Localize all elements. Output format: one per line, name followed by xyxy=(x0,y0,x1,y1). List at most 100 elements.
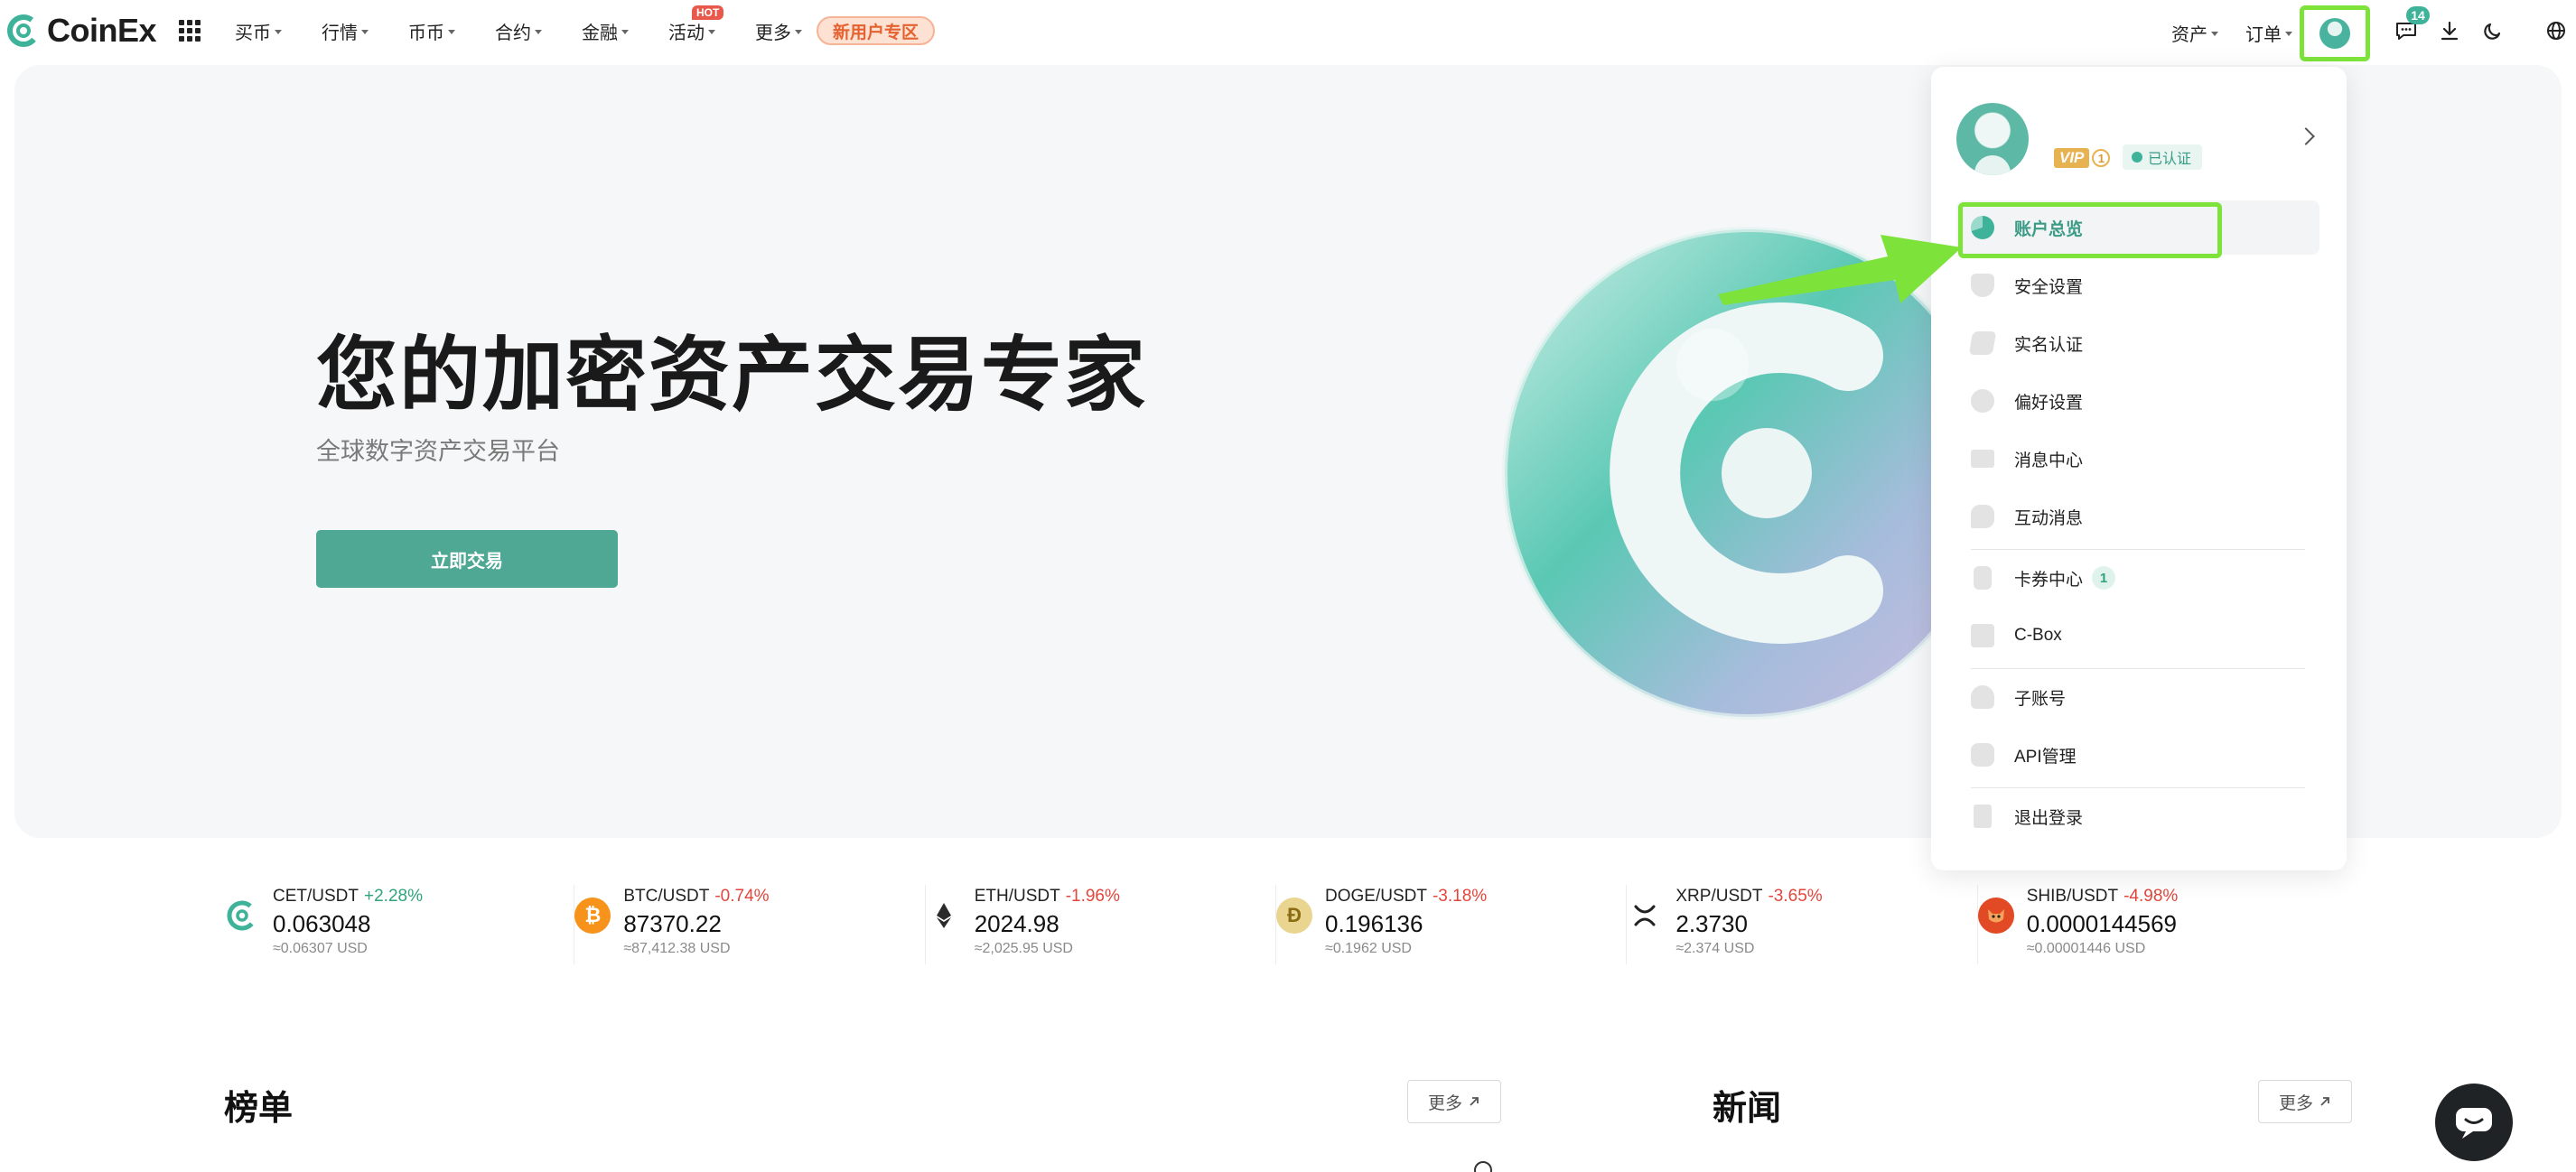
xrp-coin-icon xyxy=(1627,898,1664,934)
support-chat-button[interactable] xyxy=(2435,1084,2513,1161)
menu-item-sub-accounts[interactable]: 子账号 xyxy=(1956,670,2319,724)
ticker-usd-value: ≈2,025.95 USD xyxy=(974,941,1073,956)
ticker-pair: ETH/USDT xyxy=(974,887,1060,906)
apps-grid-icon[interactable] xyxy=(179,20,201,42)
search-icon[interactable] xyxy=(1474,1161,1492,1172)
verified-status-badge: 已认证 xyxy=(2123,144,2203,170)
user-avatar-button[interactable] xyxy=(2300,5,2370,61)
menu-item-kyc[interactable]: 实名认证 xyxy=(1956,316,2319,370)
ticker-item[interactable]: XRP/USDT -3.65% 2.3730 ≈2.374 USD xyxy=(1627,885,1978,964)
avatar[interactable] xyxy=(1956,103,2029,175)
logout-icon xyxy=(1974,805,1992,828)
ticker-price: 2024.98 xyxy=(974,910,1059,937)
assets-label: 资产 xyxy=(2171,25,2207,45)
settings-icon xyxy=(1971,389,1994,413)
menu-item-message-center[interactable]: 消息中心 xyxy=(1956,432,2319,486)
menu-item-label: 安全设置 xyxy=(2014,277,2084,297)
ticker-usd-value: ≈87,412.38 USD xyxy=(623,941,731,956)
coinex-logo-icon xyxy=(7,14,40,47)
ticker-item[interactable]: SHIB/USDT -4.98% 0.0000144569 ≈0.00001446… xyxy=(1977,885,2329,964)
shib-coin-icon xyxy=(1977,898,2014,934)
menu-item-api-management[interactable]: API管理 xyxy=(1956,728,2319,782)
nav-activities[interactable]: 活动 HOT xyxy=(668,5,724,44)
nav-label: 币币 xyxy=(408,23,444,43)
chevron-down-icon xyxy=(275,29,282,34)
coinex-homepage: CoinEx 买币 行情 币币 合约 金融 活动 HOT 更多 新用户专区 资产 … xyxy=(0,0,2576,1172)
menu-item-label: 偏好设置 xyxy=(2014,393,2084,413)
menu-divider xyxy=(1971,787,2305,788)
nav-label: 买币 xyxy=(235,23,271,43)
chat-bubbles-icon xyxy=(1971,505,1994,528)
vip-level: 1 xyxy=(2092,149,2111,167)
btc-coin-icon: ₿ xyxy=(574,898,611,934)
nav-more[interactable]: 更多 xyxy=(755,18,802,44)
menu-item-label: API管理 xyxy=(2014,747,2077,767)
assets-menu[interactable]: 资产 xyxy=(2171,20,2218,46)
ticker-item[interactable]: CET/USDT +2.28% 0.063048 ≈0.06307 USD xyxy=(224,885,575,964)
chevron-down-icon xyxy=(2285,32,2292,36)
green-pointer-arrow-icon xyxy=(1718,235,1962,305)
arrow-up-right-icon xyxy=(1470,1097,1479,1106)
sub-account-icon xyxy=(1971,685,1994,709)
brand-name: CoinEx xyxy=(47,12,157,49)
chevron-down-icon xyxy=(621,29,629,34)
menu-item-security[interactable]: 安全设置 xyxy=(1956,258,2319,312)
ticker-price: 0.196136 xyxy=(1325,910,1423,937)
chevron-right-icon[interactable] xyxy=(2297,127,2315,145)
nav-label: 活动 xyxy=(668,23,705,43)
cet-coin-icon xyxy=(224,898,260,934)
shield-icon xyxy=(1971,274,1994,297)
nav-label: 更多 xyxy=(755,23,791,43)
menu-item-label: 子账号 xyxy=(2014,689,2067,709)
top-navigation: CoinEx 买币 行情 币币 合约 金融 活动 HOT 更多 新用户专区 资产 … xyxy=(0,0,2576,61)
nav-markets[interactable]: 行情 xyxy=(322,18,369,44)
ticker-price: 87370.22 xyxy=(623,910,722,937)
orders-label: 订单 xyxy=(2245,25,2282,45)
ticker-change: -3.18% xyxy=(1432,887,1488,906)
chevron-down-icon xyxy=(795,29,802,34)
ticker-pair: SHIB/USDT xyxy=(2026,887,2119,906)
chevron-down-icon xyxy=(2211,32,2218,36)
ticker-change: -4.98% xyxy=(2123,887,2179,906)
ticker-price: 2.3730 xyxy=(1675,910,1748,937)
ticker-usd-value: ≈0.1962 USD xyxy=(1325,941,1412,956)
nav-futures[interactable]: 合约 xyxy=(495,18,542,44)
download-icon[interactable] xyxy=(2437,18,2462,43)
globe-language-icon[interactable] xyxy=(2543,18,2569,43)
ranking-more-button[interactable]: 更多 xyxy=(1407,1080,1501,1123)
trade-now-button[interactable]: 立即交易 xyxy=(316,530,618,588)
nav-label: 行情 xyxy=(322,23,358,43)
ticker-item[interactable]: ₿ BTC/USDT -0.74% 87370.22 ≈87,412.38 USD xyxy=(574,885,926,964)
coinex-logo[interactable]: CoinEx xyxy=(5,12,157,49)
ticker-item[interactable]: Ð DOGE/USDT -3.18% 0.196136 ≈0.1962 USD xyxy=(1276,885,1628,964)
nav-finance[interactable]: 金融 xyxy=(582,18,629,44)
chevron-down-icon xyxy=(361,29,369,34)
chat-bubble-icon xyxy=(2456,1108,2492,1139)
orders-menu[interactable]: 订单 xyxy=(2245,20,2292,46)
nav-spot[interactable]: 币币 xyxy=(408,18,455,44)
arrow-up-right-icon xyxy=(2320,1097,2329,1106)
nav-label: 合约 xyxy=(495,23,531,43)
ticker-pair: CET/USDT xyxy=(273,887,359,906)
menu-item-coupons[interactable]: 卡券中心 1 xyxy=(1956,551,2319,605)
menu-divider xyxy=(1971,668,2305,669)
menu-item-cbox[interactable]: C-Box xyxy=(1956,609,2319,663)
new-user-promo-button[interactable]: 新用户专区 xyxy=(817,16,936,45)
menu-item-label: 退出登录 xyxy=(2014,808,2084,828)
nav-buy-crypto[interactable]: 买币 xyxy=(235,18,282,44)
menu-item-preferences[interactable]: 偏好设置 xyxy=(1956,374,2319,428)
menu-item-label: 卡券中心 xyxy=(2014,570,2084,590)
news-more-button[interactable]: 更多 xyxy=(2258,1080,2352,1123)
menu-item-label: C-Box xyxy=(2014,626,2062,645)
news-section-title: 新闻 xyxy=(1713,1090,1782,1128)
menu-item-interactions[interactable]: 互动消息 xyxy=(1956,489,2319,544)
ticker-item[interactable]: ETH/USDT -1.96% 2024.98 ≈2,025.95 USD xyxy=(925,885,1277,964)
dark-mode-moon-icon[interactable] xyxy=(2480,18,2506,43)
ticker-pair: XRP/USDT xyxy=(1675,887,1763,906)
api-icon xyxy=(1971,743,1994,767)
market-ticker-row: CET/USDT +2.28% 0.063048 ≈0.06307 USD ₿ B… xyxy=(224,885,2329,972)
menu-item-logout[interactable]: 退出登录 xyxy=(1956,789,2319,843)
ticker-change: -3.65% xyxy=(1768,887,1823,906)
coupon-icon xyxy=(1974,566,1992,590)
ranking-section-title: 榜单 xyxy=(224,1090,294,1128)
